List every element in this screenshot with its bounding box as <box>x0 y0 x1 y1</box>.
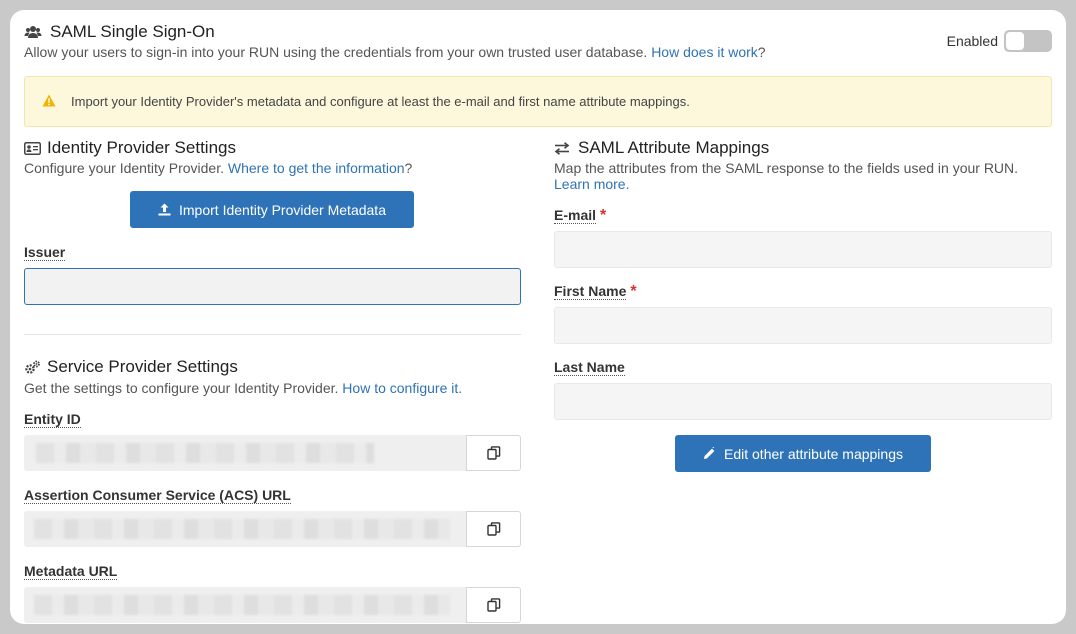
enabled-label: Enabled <box>946 33 998 49</box>
idp-section-description: Configure your Identity Provider. Where … <box>24 160 413 176</box>
redacted-entity-id <box>36 443 374 463</box>
idp-section-title: Identity Provider Settings <box>47 138 236 157</box>
metadata-url-field-group: Metadata URL <box>24 563 118 581</box>
edit-attribute-mappings-button[interactable]: Edit other attribute mappings <box>675 435 931 472</box>
saml-settings-panel: SAML Single Sign-On Allow your users to … <box>10 10 1066 624</box>
sp-section-header: Service Provider Settings <box>24 357 238 377</box>
enabled-toggle-group: Enabled <box>947 30 1052 52</box>
last-name-label: Last Name <box>554 359 625 376</box>
copy-icon <box>486 598 500 612</box>
gears-icon <box>25 360 40 374</box>
enabled-toggle[interactable] <box>1004 30 1052 52</box>
mappings-section-description: Map the attributes from the SAML respons… <box>554 160 1019 192</box>
idp-section-header: Identity Provider Settings <box>24 138 236 158</box>
how-does-it-work-link[interactable]: How does it work <box>651 44 758 60</box>
last-name-field-group: Last Name <box>554 359 625 377</box>
redacted-metadata-url <box>34 595 450 615</box>
sp-section-title: Service Provider Settings <box>47 357 238 376</box>
acs-url-value <box>24 511 467 547</box>
mappings-section-title: SAML Attribute Mappings <box>578 138 770 157</box>
page-description: Allow your users to sign-in into your RU… <box>24 44 766 60</box>
where-to-get-info-link[interactable]: Where to get the information <box>228 160 405 176</box>
acs-url-field-group: Assertion Consumer Service (ACS) URL <box>24 487 291 505</box>
issuer-field-group: Issuer <box>24 244 66 262</box>
mappings-section-header: SAML Attribute Mappings <box>554 138 769 158</box>
warning-alert: Import your Identity Provider's metadata… <box>24 76 1052 127</box>
first-name-field-group: First Name * <box>554 283 637 301</box>
entity-id-field-group: Entity ID <box>24 411 81 429</box>
copy-icon <box>486 522 500 536</box>
issuer-label: Issuer <box>24 244 66 261</box>
metadata-url-label: Metadata URL <box>24 563 118 580</box>
first-name-mapping-input[interactable] <box>554 307 1052 344</box>
email-mapping-input[interactable] <box>554 231 1052 268</box>
acs-url-label: Assertion Consumer Service (ACS) URL <box>24 487 291 504</box>
metadata-url-value <box>24 587 467 623</box>
page-title: SAML Single Sign-On <box>50 22 215 41</box>
entity-id-value <box>24 435 467 471</box>
how-to-configure-link[interactable]: How to configure it. <box>342 380 462 396</box>
import-metadata-button[interactable]: Import Identity Provider Metadata <box>130 191 414 228</box>
first-name-label: First Name <box>554 283 627 300</box>
learn-more-link[interactable]: Learn more. <box>554 176 629 192</box>
sp-section-description: Get the settings to configure your Ident… <box>24 380 463 396</box>
copy-acs-url-button[interactable] <box>466 511 521 547</box>
warning-icon <box>42 94 56 107</box>
required-marker: * <box>600 207 607 224</box>
id-card-icon <box>24 141 41 155</box>
exchange-icon <box>554 141 570 155</box>
copy-metadata-url-button[interactable] <box>466 587 521 623</box>
last-name-mapping-input[interactable] <box>554 383 1052 420</box>
page-header: SAML Single Sign-On <box>24 22 215 42</box>
email-field-group: E-mail * <box>554 207 606 225</box>
pencil-icon <box>704 447 715 459</box>
users-icon <box>24 26 42 38</box>
entity-id-label: Entity ID <box>24 411 81 428</box>
required-marker: * <box>630 283 637 300</box>
redacted-acs-url <box>34 519 450 539</box>
issuer-input[interactable] <box>24 268 521 305</box>
email-label: E-mail <box>554 207 597 224</box>
section-divider <box>24 334 521 335</box>
upload-icon <box>158 203 171 216</box>
copy-icon <box>486 446 500 460</box>
alert-text: Import your Identity Provider's metadata… <box>71 94 690 109</box>
toggle-knob <box>1006 32 1024 50</box>
copy-entity-id-button[interactable] <box>466 435 521 471</box>
